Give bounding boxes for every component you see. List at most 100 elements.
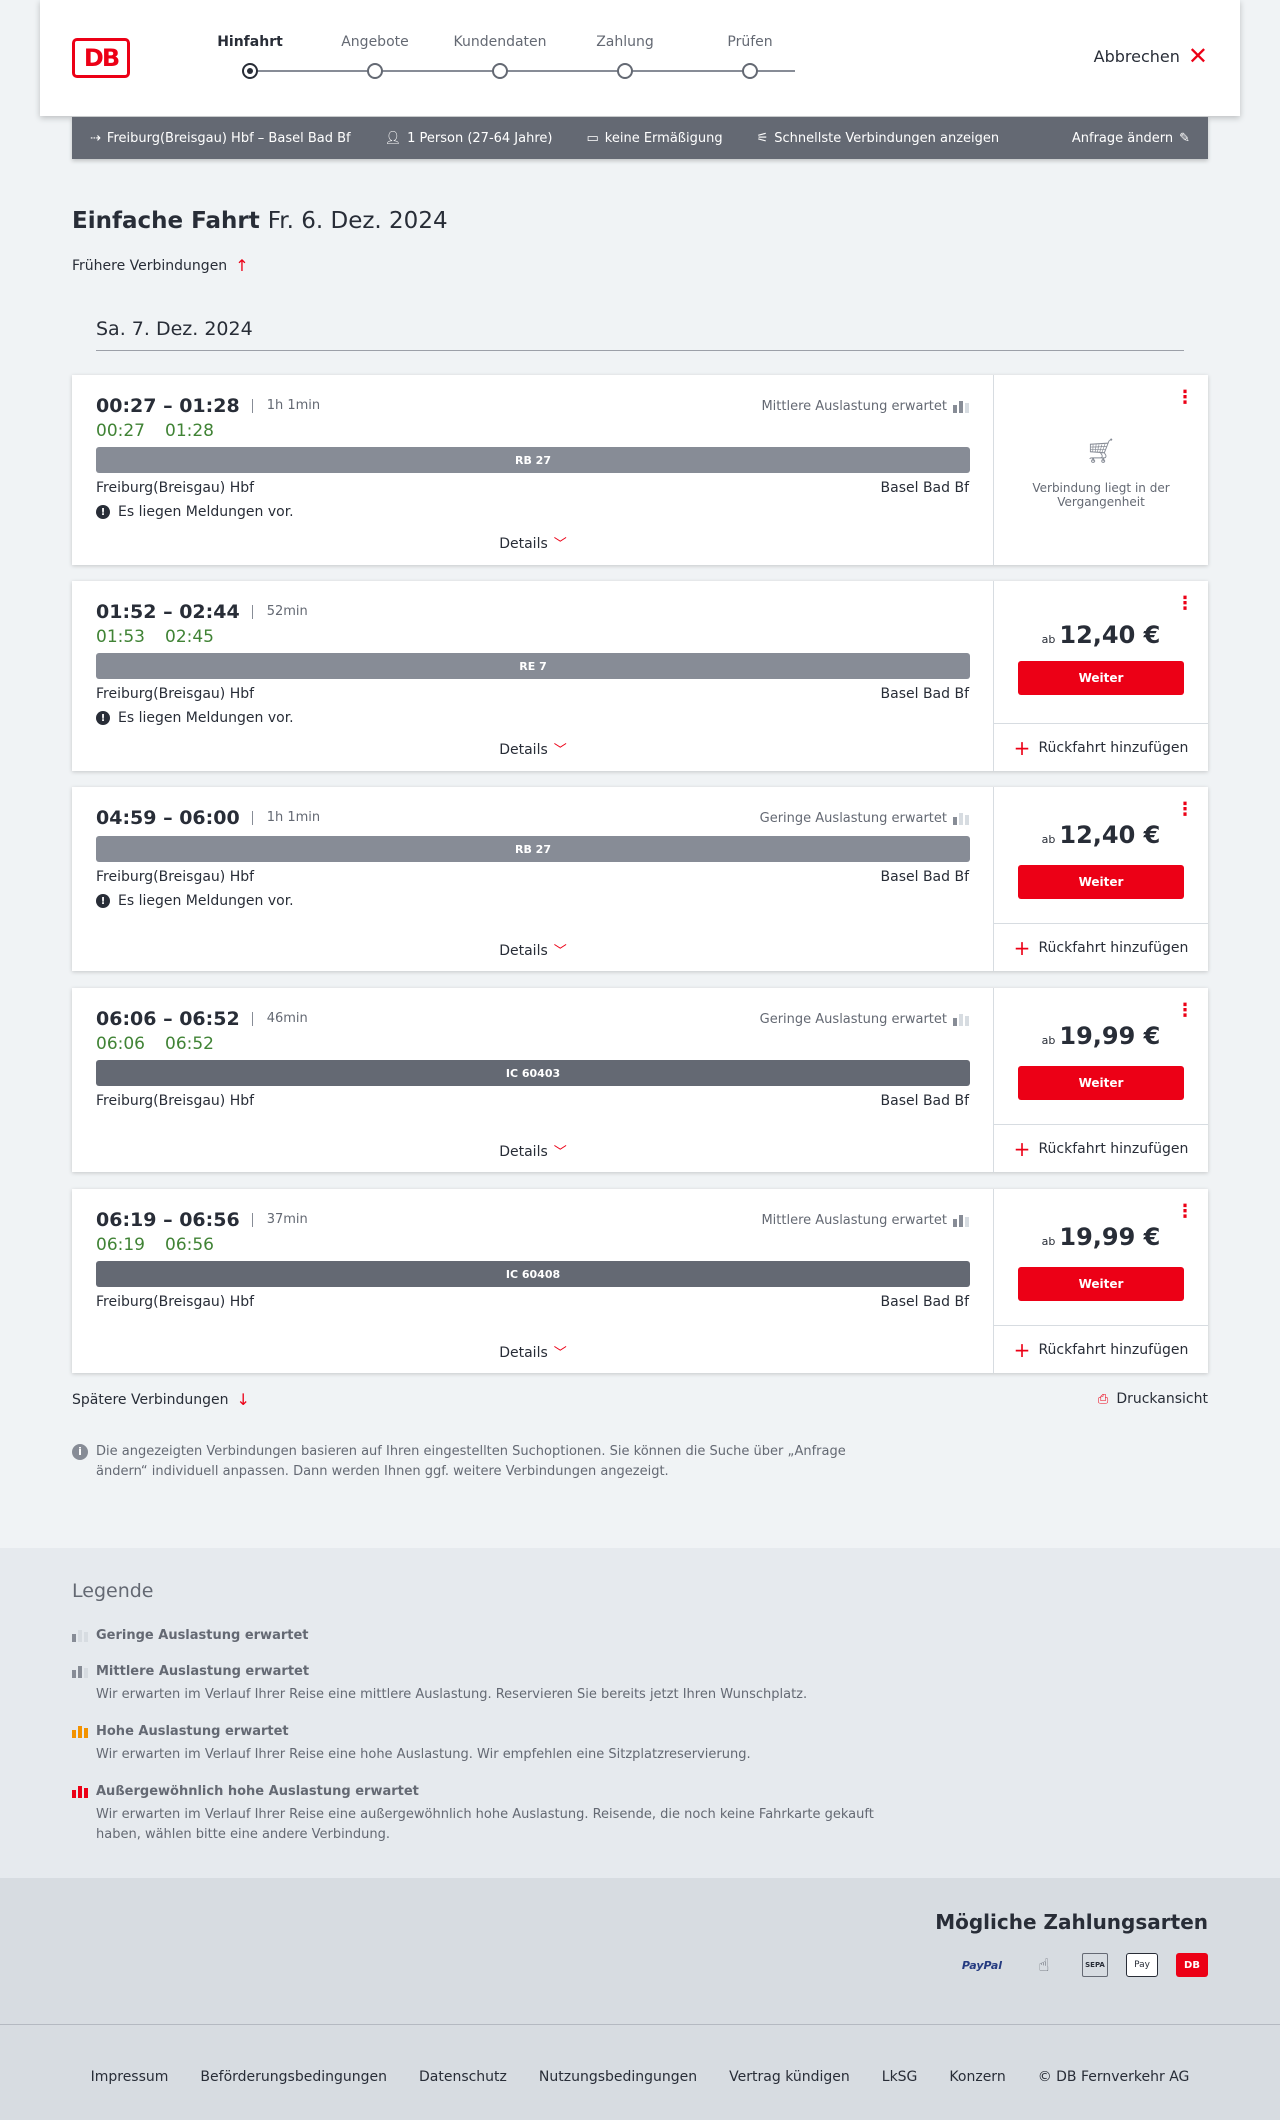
info-icon: i	[72, 1444, 88, 1460]
print-view-link[interactable]: ⎙ Druckansicht	[1098, 1391, 1208, 1407]
realtime-departure: 06:06	[96, 1034, 145, 1054]
legend-item-title: Mittlere Auslastung erwartet	[96, 1664, 310, 1679]
step-angebote[interactable]: Angebote	[320, 34, 430, 79]
price-prefix: ab	[1041, 833, 1056, 846]
connection-info: 01:52 – 02:44 52min 01:53 02:45 RE 7 Freib…	[72, 581, 994, 771]
step-pruefen[interactable]: Prüfen	[695, 34, 805, 79]
search-summary-bar: ⇢ Freiburg(Breisgau) Hbf – Basel Bad Bf 👤…	[72, 117, 1208, 159]
message-text: Es liegen Meldungen vor.	[118, 504, 294, 520]
trip-type: Einfache Fahrt	[72, 208, 260, 234]
step-dot	[367, 63, 383, 79]
message-text: Es liegen Meldungen vor.	[118, 710, 294, 726]
return-label: Rückfahrt hinzufügen	[1038, 739, 1189, 756]
step-label: Kundendaten	[453, 34, 547, 50]
footer-link-nutzungsbedingungen[interactable]: Nutzungsbedingungen	[539, 2069, 697, 2085]
footer-link-vertrag-kuendigen[interactable]: Vertrag kündigen	[729, 2069, 850, 2085]
realtime-times: 06:06 06:52	[96, 1034, 234, 1054]
legend-item-extreme: Außergewöhnlich hohe Auslastung erwartet…	[72, 1784, 892, 1845]
edit-search-button[interactable]: Anfrage ändern ✎	[1072, 131, 1190, 146]
details-toggle[interactable]: Details ﹀	[72, 533, 994, 552]
footer-link-datenschutz[interactable]: Datenschutz	[419, 2069, 507, 2085]
load-indicator[interactable]: Geringe Auslastung erwartet	[760, 1012, 969, 1027]
continue-button[interactable]: Weiter	[1018, 661, 1184, 695]
route-summary[interactable]: ⇢ Freiburg(Breisgau) Hbf – Basel Bad Bf	[90, 131, 351, 146]
train-bar[interactable]: IC 60403	[96, 1060, 970, 1086]
load-indicator[interactable]: Mittlere Auslastung erwartet	[761, 1213, 969, 1228]
train-bar[interactable]: IC 60408	[96, 1261, 970, 1287]
db-logo[interactable]: DB	[72, 38, 130, 78]
load-indicator[interactable]: Mittlere Auslastung erwartet	[761, 399, 969, 414]
persons-summary[interactable]: 👤︎ 1 Person (27-64 Jahre)	[385, 131, 553, 146]
more-options-icon[interactable]: ⋮	[1176, 1203, 1194, 1221]
realtime-times: 00:27 01:28	[96, 421, 234, 441]
person-icon: 👤︎	[384, 130, 402, 146]
legend-item-title: Hohe Auslastung erwartet	[96, 1724, 289, 1739]
add-return-button[interactable]: + Rückfahrt hinzufügen	[994, 723, 1208, 771]
footer-copyright: © DB Fernverkehr AG	[1037, 2069, 1190, 2085]
pencil-icon: ✎	[1179, 130, 1190, 146]
load-text: Geringe Auslastung erwartet	[759, 811, 947, 826]
options-summary[interactable]: ⚟ Schnellste Verbindungen anzeigen	[757, 131, 1000, 146]
day-header: Sa. 7. Dez. 2024	[96, 318, 1184, 351]
connection-card: 06:06 – 06:52 46min 06:06 06:52 Geringe Au…	[72, 988, 1208, 1172]
realtime-departure: 00:27	[96, 421, 145, 441]
discount-summary[interactable]: ▭ keine Ermäßigung	[586, 131, 722, 146]
realtime-times: 01:53 02:45	[96, 627, 234, 647]
load-text: Mittlere Auslastung erwartet	[761, 399, 947, 414]
chevron-down-icon: ﹀	[553, 1346, 567, 1361]
train-bar[interactable]: RE 7	[96, 653, 970, 679]
load-text: Geringe Auslastung erwartet	[759, 1012, 947, 1027]
step-hinfahrt[interactable]: Hinfahrt	[195, 34, 305, 79]
load-low-icon	[953, 812, 969, 825]
departure-station: Freiburg(Breisgau) Hbf	[96, 869, 255, 885]
scheduled-times: 06:06 – 06:52	[96, 1008, 240, 1030]
load-medium-icon	[953, 1214, 969, 1227]
add-return-button[interactable]: + Rückfahrt hinzufügen	[994, 923, 1208, 971]
chevron-down-icon: ﹀	[553, 944, 567, 959]
step-kundendaten[interactable]: Kundendaten	[445, 34, 555, 79]
scheduled-times: 06:19 – 06:56	[96, 1209, 240, 1231]
train-bar[interactable]: RB 27	[96, 836, 970, 862]
more-options-icon[interactable]: ⋮	[1176, 801, 1194, 819]
continue-button[interactable]: Weiter	[1018, 1066, 1184, 1100]
details-toggle[interactable]: Details ﹀	[72, 739, 994, 758]
step-zahlung[interactable]: Zahlung	[570, 34, 680, 79]
payment-section: Mögliche Zahlungsarten PayPal ☝ SEPA Pay…	[0, 1878, 1280, 2024]
footer-link-konzern[interactable]: Konzern	[949, 2069, 1005, 2085]
earlier-connections-link[interactable]: Frühere Verbindungen ↑	[72, 256, 249, 275]
connection-card: 06:19 – 06:56 37min 06:19 06:56 Mittlere A…	[72, 1189, 1208, 1373]
footer-link-impressum[interactable]: Impressum	[91, 2069, 169, 2085]
details-toggle[interactable]: Details ﹀	[72, 940, 994, 959]
arrival-station: Basel Bad Bf	[880, 480, 969, 496]
continue-button[interactable]: Weiter	[1018, 865, 1184, 899]
details-toggle[interactable]: Details ﹀	[72, 1141, 994, 1160]
trip-date: Fr. 6. Dez. 2024	[267, 208, 448, 234]
departure-station: Freiburg(Breisgau) Hbf	[96, 686, 255, 702]
more-options-icon[interactable]: ⋮	[1176, 595, 1194, 613]
more-options-icon[interactable]: ⋮	[1176, 389, 1194, 407]
more-options-icon[interactable]: ⋮	[1176, 1002, 1194, 1020]
add-return-button[interactable]: + Rückfahrt hinzufügen	[994, 1124, 1208, 1172]
scheduled-times: 00:27 – 01:28	[96, 395, 240, 417]
train-bar[interactable]: RB 27	[96, 447, 970, 473]
later-connections-link[interactable]: Spätere Verbindungen ↓	[72, 1390, 250, 1409]
footer: Impressum Beförderungsbedingungen Datens…	[0, 2024, 1280, 2120]
earlier-label: Frühere Verbindungen	[72, 257, 228, 274]
payment-method-label: Pay	[1134, 1960, 1150, 1970]
step-label: Angebote	[341, 34, 409, 50]
sepa-icon: SEPA	[1082, 1953, 1108, 1977]
abort-button[interactable]: Abbrechen ✕	[1094, 44, 1208, 68]
connection-times: 00:27 – 01:28 1h 1min	[96, 395, 320, 417]
price-panel: ⋮ 🛒︎ Verbindung liegt in der Vergangenhei…	[994, 375, 1208, 565]
info-text: Die angezeigten Verbindungen basieren au…	[96, 1444, 846, 1479]
footer-link-lksg[interactable]: LkSG	[882, 2069, 918, 2085]
realtime-times: 06:19 06:56	[96, 1235, 234, 1255]
payment-method-label: SEPA	[1085, 1961, 1105, 1969]
load-indicator[interactable]: Geringe Auslastung erwartet	[760, 811, 969, 826]
load-low-icon	[953, 1013, 969, 1026]
details-toggle[interactable]: Details ﹀	[72, 1342, 994, 1361]
footer-link-befoerderungsbedingungen[interactable]: Beförderungsbedingungen	[200, 2069, 387, 2085]
continue-button[interactable]: Weiter	[1018, 1267, 1184, 1301]
legend-item-desc: Wir erwarten im Verlauf Ihrer Reise eine…	[96, 1807, 874, 1842]
add-return-button[interactable]: + Rückfahrt hinzufügen	[994, 1325, 1208, 1373]
